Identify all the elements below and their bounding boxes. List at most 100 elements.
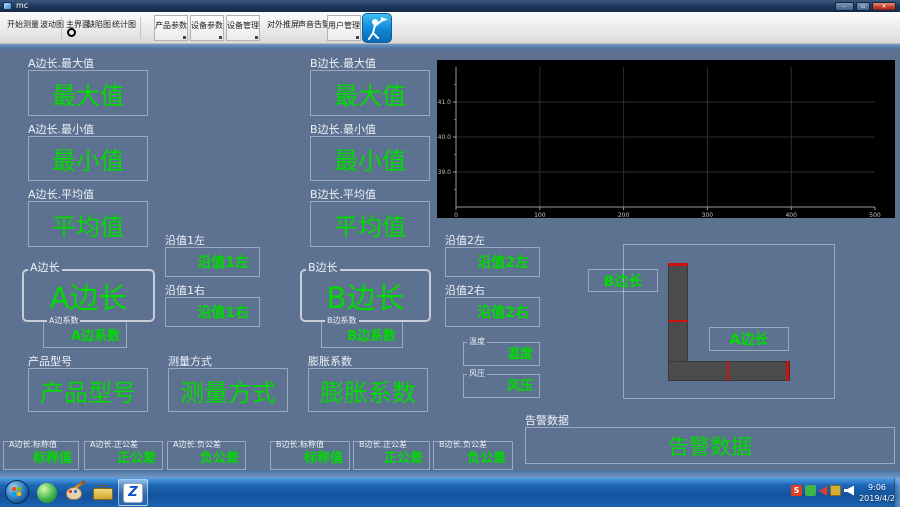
value-box[interactable]: 最大值 <box>28 70 148 116</box>
taskbar-app-browser[interactable] <box>34 480 60 505</box>
network-icon[interactable] <box>805 485 816 496</box>
value-box[interactable]: 告警数据 <box>525 427 895 464</box>
status-indicator <box>67 28 76 37</box>
taskbar-app-measurement-active[interactable]: Z <box>118 479 148 506</box>
palette-shape <box>66 487 82 500</box>
field-caption: 产品型号 <box>28 356 148 367</box>
field-temperature[interactable]: 温度 温度 <box>463 342 540 366</box>
flag-blue <box>12 492 16 496</box>
field-value: 最小值 <box>334 141 406 176</box>
value-box[interactable]: 平均值 <box>310 201 430 247</box>
clock-time: 9:06 <box>859 482 895 493</box>
value-box[interactable]: 膨胀系数 <box>308 368 428 412</box>
field-caption: A边长 <box>28 262 62 274</box>
frame-bottom <box>0 470 900 478</box>
alert-arrow-icon[interactable] <box>819 486 827 496</box>
paint-dot <box>74 490 77 493</box>
field-b-coef[interactable]: B边系数 B边系数 <box>321 321 403 348</box>
svg-text:300: 300 <box>702 212 714 218</box>
toolbar-panel-user-manage[interactable]: 用户管理 <box>327 15 361 41</box>
field-value: 标称值 <box>304 447 343 466</box>
taskbar-app-explorer[interactable] <box>90 480 116 505</box>
red-mark <box>668 263 688 266</box>
taskbar-app-paint[interactable] <box>62 480 88 505</box>
window-title: mc <box>16 1 28 11</box>
value-box[interactable]: 最大值 <box>310 70 430 116</box>
system-status-icon[interactable] <box>830 485 841 496</box>
red-mark <box>786 361 789 381</box>
person-flag-icon <box>363 14 391 42</box>
svg-text:500: 500 <box>869 212 881 218</box>
field-a-nominal[interactable]: A边长.标称值 标称值 <box>3 441 79 470</box>
svg-text:400: 400 <box>785 212 797 218</box>
flag-green <box>17 487 21 491</box>
field-b-pos-tol[interactable]: B边长.正公差 正公差 <box>353 441 430 470</box>
field-a-coef[interactable]: A边系数 A边系数 <box>43 321 127 348</box>
field-a-max: A边长.最大值 最大值 <box>28 58 148 116</box>
value-box[interactable]: 沿值2左 <box>445 247 540 277</box>
field-caption: B边长.最小值 <box>310 124 430 135</box>
value-box[interactable]: 平均值 <box>28 201 148 247</box>
field-value: 产品型号 <box>40 373 136 408</box>
value-box[interactable]: 产品型号 <box>28 368 148 412</box>
taskbar-clock[interactable]: 9:06 2019/4/2 <box>859 482 895 504</box>
toolbar-panel-device-params[interactable]: 设备参数 <box>190 15 224 41</box>
value-box[interactable]: 测量方式 <box>168 368 288 412</box>
input-method-icon[interactable]: S <box>791 485 802 496</box>
field-wind-pressure[interactable]: 风压 风压 <box>463 374 540 398</box>
toolbar-button-stats-chart[interactable]: 统计图 <box>112 19 136 30</box>
maximize-button[interactable]: ▫ <box>856 2 870 11</box>
field-value: B边系数 <box>347 325 396 344</box>
field-caption: 沿值1右 <box>165 285 260 296</box>
flag-red <box>12 487 16 491</box>
paint-icon <box>65 484 85 502</box>
diagram-b-label: B边长 <box>588 269 658 292</box>
toolbar-button-defect-chart[interactable]: 缺陷图 <box>87 19 111 30</box>
value-box[interactable]: 沿值1左 <box>165 247 260 277</box>
brand-logo-icon[interactable] <box>362 13 392 43</box>
field-a-length[interactable]: A边长 A边长 <box>22 269 155 322</box>
value-box[interactable]: 最小值 <box>310 136 430 181</box>
value-box[interactable]: 沿值1右 <box>165 297 260 327</box>
field-b-min: B边长.最小值 最小值 <box>310 124 430 181</box>
svg-text:41.0: 41.0 <box>438 99 452 106</box>
field-value: 温度 <box>507 343 533 362</box>
svg-text:39.0: 39.0 <box>438 169 452 176</box>
app-icon <box>3 2 12 10</box>
red-mark <box>727 361 729 381</box>
field-caption: 温度 <box>467 337 487 347</box>
toolbar-button-sound-alarm[interactable]: 声音告警 <box>298 19 330 30</box>
value-box[interactable]: 沿值2右 <box>445 297 540 327</box>
svg-text:200: 200 <box>618 212 630 218</box>
field-caption: B边长.平均值 <box>310 189 430 200</box>
minimize-button[interactable]: – <box>835 2 854 11</box>
app-window: mc – ▫ ✕ 开始测量 波动图 主界面 缺陷图 统计图 产品参数 设备参数 … <box>0 0 900 507</box>
field-alarm-data: 告警数据 告警数据 <box>525 415 895 464</box>
toolbar-panel-product-params[interactable]: 产品参数 <box>154 15 188 41</box>
field-a-pos-tol[interactable]: A边长.正公差 正公差 <box>84 441 163 470</box>
field-b-neg-tol[interactable]: B边长.负公差 负公差 <box>433 441 513 470</box>
field-value: 沿值1右 <box>197 302 249 322</box>
toolbar-button-push-screen[interactable]: 对外推屏 <box>267 19 299 30</box>
start-button[interactable] <box>5 480 29 504</box>
toolbar-separator <box>61 17 62 39</box>
profile-horizontal-bar <box>668 361 790 381</box>
field-b-max: B边长.最大值 最大值 <box>310 58 430 116</box>
red-mark <box>668 320 688 322</box>
close-button[interactable]: ✕ <box>872 2 896 11</box>
volume-icon[interactable] <box>844 486 854 496</box>
svg-text:0: 0 <box>454 212 458 218</box>
field-expansion-coef: 膨胀系数 膨胀系数 <box>308 356 428 412</box>
toolbar-panel-device-manage[interactable]: 设备管理 <box>226 15 260 41</box>
field-value: 负公差 <box>200 447 239 466</box>
field-value: 最大值 <box>334 76 406 111</box>
field-b-length[interactable]: B边长 B边长 <box>300 269 431 322</box>
field-a-neg-tol[interactable]: A边长.负公差 负公差 <box>167 441 246 470</box>
show-desktop-button[interactable] <box>894 478 900 507</box>
diagram-a-label: A边长 <box>709 327 789 351</box>
toolbar-button-start-measure[interactable]: 开始测量 <box>7 19 39 30</box>
value-box[interactable]: 最小值 <box>28 136 148 181</box>
field-edge2-right: 沿值2右 沿值2右 <box>445 285 540 327</box>
system-tray: S <box>791 485 854 496</box>
field-b-nominal[interactable]: B边长.标称值 标称值 <box>270 441 350 470</box>
